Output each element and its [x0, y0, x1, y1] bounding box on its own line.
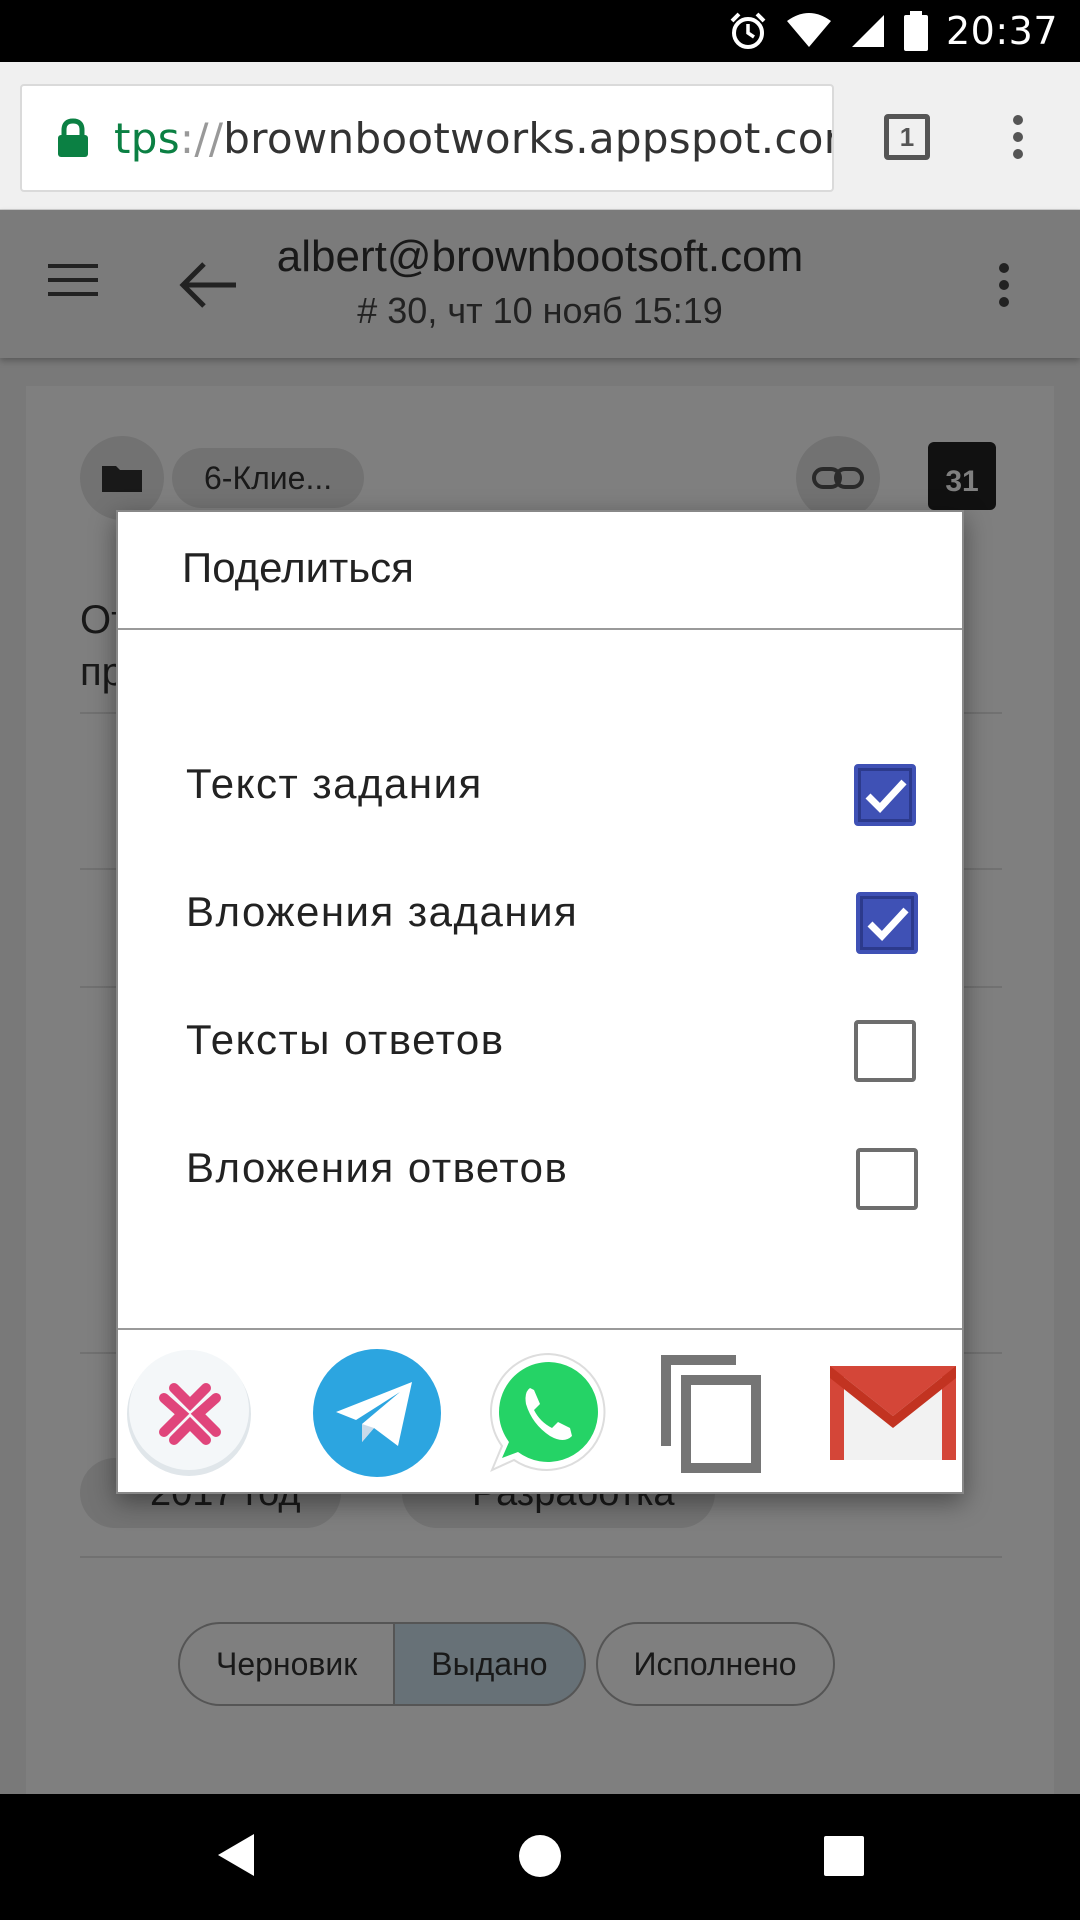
dialog-divider	[118, 628, 962, 630]
app-icon[interactable]	[124, 1348, 254, 1478]
checkbox-reply-texts[interactable]	[854, 1020, 916, 1082]
lock-icon	[58, 118, 88, 157]
back-nav-icon[interactable]	[216, 1832, 256, 1878]
url-host: brownbootworks.appspot.com/	[223, 114, 834, 163]
browser-toolbar: tps://brownbootworks.appspot.com/p 1	[0, 62, 1080, 210]
signal-icon	[851, 15, 884, 47]
browser-menu-icon[interactable]	[1008, 114, 1028, 160]
tab-switcher-button[interactable]: 1	[884, 114, 930, 160]
option-task-text-label: Текст задания	[186, 760, 483, 807]
wifi-icon	[786, 13, 831, 47]
dialog-title: Поделиться	[182, 544, 414, 591]
checkbox-task-attachments[interactable]	[856, 892, 918, 954]
share-dialog: Поделиться Текст задания Вложения задани…	[116, 510, 964, 1494]
url-scheme: tps	[114, 114, 180, 163]
option-reply-texts-label: Тексты ответов	[186, 1016, 505, 1063]
whatsapp-icon[interactable]	[484, 1348, 614, 1478]
url-separator: ://	[179, 114, 224, 163]
copy-icon[interactable]	[648, 1348, 778, 1478]
recents-nav-icon[interactable]	[824, 1836, 864, 1876]
navigation-bar	[0, 1794, 1080, 1920]
alarm-icon	[730, 12, 766, 49]
tab-count: 1	[899, 121, 915, 152]
option-reply-attachments-label: Вложения ответов	[186, 1144, 569, 1191]
checkbox-task-text[interactable]	[854, 764, 916, 826]
checkmark-icon	[865, 779, 907, 814]
clock: 20:37	[945, 9, 1058, 53]
home-nav-icon[interactable]	[518, 1834, 562, 1878]
url-bar[interactable]: tps://brownbootworks.appspot.com/p	[20, 84, 834, 192]
share-targets-row	[118, 1332, 962, 1492]
url-text: tps://brownbootworks.appspot.com/p	[114, 114, 834, 163]
checkmark-icon	[867, 907, 909, 942]
battery-icon	[903, 11, 928, 51]
dialog-divider	[118, 1328, 962, 1330]
option-task-attachments-label: Вложения задания	[186, 888, 579, 935]
telegram-icon[interactable]	[312, 1348, 442, 1478]
status-bar: 20:37	[0, 0, 1080, 62]
gmail-icon[interactable]	[828, 1348, 958, 1478]
checkbox-reply-attachments[interactable]	[856, 1148, 918, 1210]
